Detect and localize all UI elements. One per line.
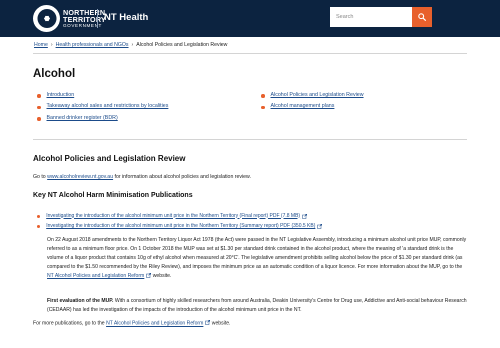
logo-line-3: GOVERNMENT — [63, 22, 102, 28]
search-icon — [418, 13, 426, 21]
external-link-icon — [302, 213, 308, 219]
logo-wordmark: NORTHERN TERRITORY GOVERNMENT — [63, 8, 106, 29]
breadcrumb-separator-icon: › — [131, 42, 134, 48]
toc-item: Banned drinker register (BDR) — [37, 113, 168, 125]
toc-item: Alcohol management plans — [261, 102, 364, 114]
summary-report-link[interactable]: Investigating the introduction of the al… — [46, 223, 315, 231]
more-publications: For more publications, go to the NT Alco… — [33, 320, 230, 328]
page-contents-right: Alcohol Policies and Legislation Review … — [261, 90, 364, 113]
toc-link-policies-review[interactable]: Alcohol Policies and Legislation Review — [271, 92, 364, 100]
evaluation-heading: First evaluation of the MUP. — [47, 298, 114, 304]
publications-list: Investigating the introduction of the al… — [37, 211, 323, 233]
site-header: NORTHERN TERRITORY GOVERNMENT NT Health — [0, 0, 500, 37]
bullet-icon — [261, 105, 265, 109]
search-button[interactable] — [412, 7, 432, 27]
bullet-icon — [37, 214, 41, 218]
toc-link-takeaway-sales[interactable]: Takeaway alcohol sales and restrictions … — [47, 103, 169, 111]
mup-paragraph: On 22 August 2018 amendments to the Nort… — [47, 236, 467, 281]
more-suffix: website. — [210, 320, 231, 327]
toc-item: Takeaway alcohol sales and restrictions … — [37, 102, 168, 114]
toc-item: Introduction — [37, 90, 168, 102]
toc-link-management-plans[interactable]: Alcohol management plans — [271, 103, 335, 111]
header-divider — [97, 9, 98, 28]
more-prefix: For more publications, go to the — [33, 320, 107, 327]
section-title: Alcohol Policies and Legislation Review — [33, 154, 186, 163]
policy-reform-link[interactable]: NT Alcohol Policies and Legislation Refo… — [47, 273, 144, 279]
section-intro: Go to www.alcoholreview.nt.gov.au for in… — [33, 174, 251, 182]
publications-subtitle: Key NT Alcohol Harm Minimisation Publica… — [33, 192, 193, 199]
bullet-icon — [37, 117, 41, 121]
logo-emblem-icon — [33, 5, 60, 32]
toc-link-bdr[interactable]: Banned drinker register (BDR) — [47, 115, 118, 123]
list-item: Investigating the introduction of the al… — [37, 211, 322, 222]
mup-suffix: website. — [151, 273, 172, 279]
site-name[interactable]: NT Health — [104, 11, 148, 25]
bullet-icon — [37, 225, 41, 229]
external-link-icon — [317, 224, 323, 229]
mup-text: On 22 August 2018 amendments to the Nort… — [47, 237, 467, 270]
final-report-link[interactable]: Investigating the introduction of the al… — [46, 213, 300, 221]
page-contents-left: Introduction Takeaway alcohol sales and … — [37, 90, 168, 125]
alcohol-review-link[interactable]: www.alcoholreview.nt.gov.au — [47, 174, 113, 180]
intro-suffix: for information about alcohol policies a… — [113, 174, 251, 180]
page-title: Alcohol — [33, 68, 76, 80]
evaluation-paragraph: First evaluation of the MUP. With a cons… — [47, 297, 467, 315]
divider — [33, 53, 467, 54]
list-item: Investigating the introduction of the al… — [37, 222, 323, 233]
breadcrumb: Home › Health professionals and NGOs › A… — [34, 42, 227, 50]
search-input[interactable] — [330, 7, 412, 27]
search-bar — [330, 7, 432, 27]
bullet-icon — [37, 105, 41, 109]
divider — [33, 139, 467, 140]
intro-prefix: Go to — [33, 174, 48, 180]
breadcrumb-home[interactable]: Home — [34, 42, 48, 50]
policy-reform-link-2[interactable]: NT Alcohol Policies and Legislation Refo… — [106, 321, 203, 327]
breadcrumb-separator-icon: › — [50, 42, 53, 48]
bullet-icon — [261, 94, 265, 98]
bullet-icon — [37, 94, 41, 98]
toc-link-introduction[interactable]: Introduction — [47, 92, 75, 100]
breadcrumb-current: Alcohol Policies and Legislation Review — [136, 42, 228, 48]
nt-government-logo[interactable]: NORTHERN TERRITORY GOVERNMENT — [33, 5, 106, 32]
toc-item: Alcohol Policies and Legislation Review — [261, 90, 364, 102]
breadcrumb-health-professionals[interactable]: Health professionals and NGOs — [56, 42, 129, 50]
